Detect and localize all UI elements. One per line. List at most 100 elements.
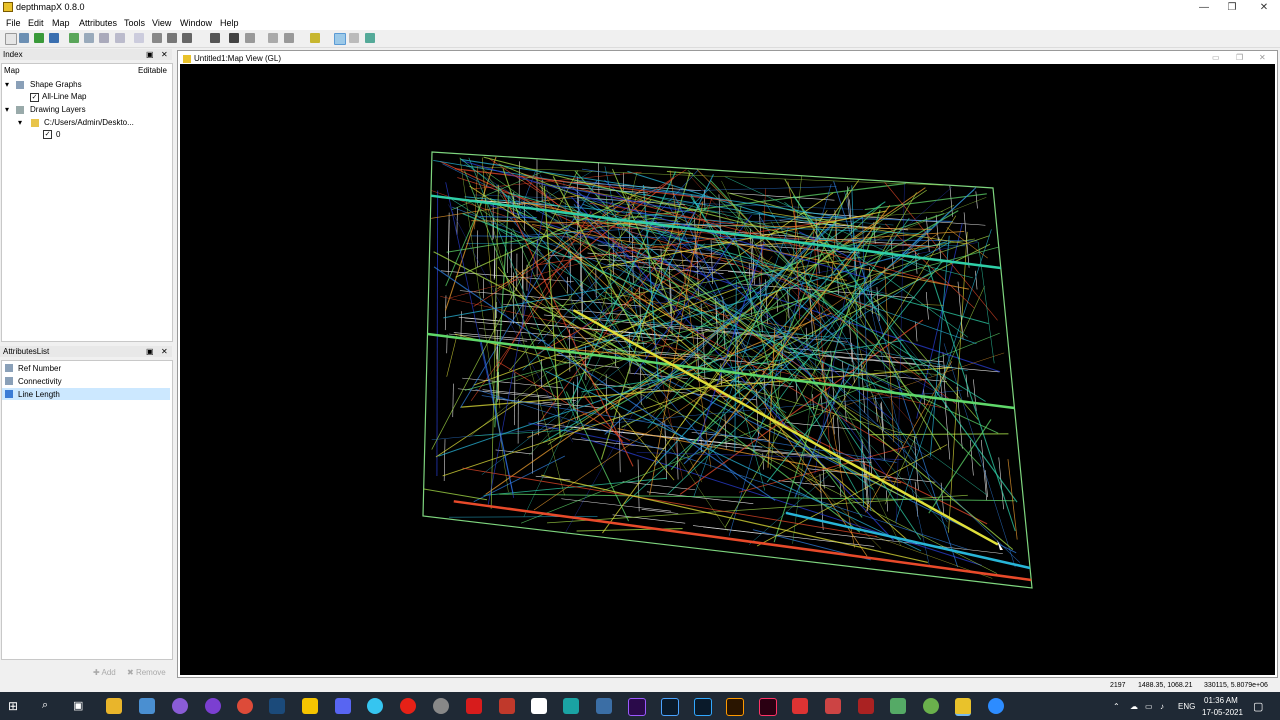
fill-grid-icon[interactable] bbox=[210, 33, 220, 43]
start-button[interactable]: ⊞ bbox=[8, 699, 18, 713]
line-icon[interactable] bbox=[284, 33, 294, 43]
app-icon[interactable] bbox=[433, 698, 449, 714]
task-view-icon[interactable]: ▣ bbox=[73, 699, 83, 712]
notification-icon[interactable]: ▢ bbox=[1253, 700, 1263, 713]
network-icon[interactable]: ▭ bbox=[1145, 702, 1153, 711]
app-icon[interactable] bbox=[205, 698, 221, 714]
map-close-button[interactable]: ✕ bbox=[1259, 53, 1266, 62]
menu-help[interactable]: Help bbox=[220, 18, 239, 28]
volume-icon[interactable]: ♪ bbox=[1160, 702, 1164, 711]
maximize-button[interactable]: ❐ bbox=[1218, 0, 1246, 15]
search-icon[interactable]: ⌕ bbox=[42, 699, 48, 712]
illustrator-icon[interactable] bbox=[726, 698, 744, 716]
app-icon[interactable] bbox=[596, 698, 612, 714]
isovist-icon[interactable] bbox=[245, 33, 255, 43]
tree-shape-graphs[interactable]: Shape Graphs bbox=[30, 80, 82, 89]
minimize-button[interactable]: — bbox=[1190, 0, 1218, 15]
layer-0-checkbox[interactable]: ✓ bbox=[43, 130, 52, 139]
app-icon[interactable] bbox=[858, 698, 874, 714]
app-icon[interactable] bbox=[563, 698, 579, 714]
photoshop-icon[interactable] bbox=[694, 698, 712, 716]
street-line bbox=[914, 251, 918, 274]
clock-date[interactable]: 17-05-2021 bbox=[1202, 708, 1243, 717]
axial-line bbox=[679, 319, 924, 495]
select-area-icon[interactable] bbox=[134, 33, 144, 43]
tree-folder[interactable]: C:/Users/Admin/Deskto... bbox=[44, 118, 134, 127]
import-icon[interactable] bbox=[34, 33, 44, 43]
zoom-app-icon[interactable] bbox=[988, 698, 1004, 714]
notepad-icon[interactable] bbox=[139, 698, 155, 714]
attributes-pin-button[interactable]: ▣ bbox=[146, 346, 154, 357]
menu-map[interactable]: Map bbox=[52, 18, 70, 28]
lightroom-icon[interactable] bbox=[661, 698, 679, 716]
graph-icon[interactable] bbox=[99, 33, 109, 43]
close-button[interactable]: ✕ bbox=[1250, 0, 1278, 15]
grid-view-icon[interactable] bbox=[229, 33, 239, 43]
menu-tools[interactable]: Tools bbox=[124, 18, 145, 28]
tray-chevron-icon[interactable]: ⌃ bbox=[1113, 702, 1120, 711]
index-close-button[interactable]: ✕ bbox=[161, 49, 168, 60]
expand-icon[interactable]: ▾ bbox=[18, 118, 22, 127]
menu-window[interactable]: Window bbox=[180, 18, 212, 28]
street-line bbox=[703, 526, 762, 534]
tree-drawing-layers[interactable]: Drawing Layers bbox=[30, 105, 86, 114]
open-icon[interactable] bbox=[19, 33, 29, 43]
link-icon[interactable] bbox=[349, 33, 359, 43]
onedrive-icon[interactable]: ☁ bbox=[1130, 702, 1138, 711]
folder-icon bbox=[31, 119, 39, 127]
remove-attribute-button[interactable]: ✖ Remove bbox=[127, 668, 166, 677]
map-maximize-button[interactable]: ❐ bbox=[1236, 53, 1243, 62]
map-minimize-button[interactable]: ▭ bbox=[1212, 53, 1220, 62]
attribute-ref-number[interactable]: Ref Number bbox=[18, 364, 61, 373]
qgis-icon[interactable] bbox=[923, 698, 939, 714]
app-icon[interactable] bbox=[302, 698, 318, 714]
index-pin-button[interactable]: ▣ bbox=[146, 49, 154, 60]
tree-layer-0[interactable]: 0 bbox=[56, 130, 60, 139]
steam-icon[interactable] bbox=[269, 698, 285, 714]
depthmapx-icon[interactable] bbox=[955, 698, 971, 716]
agent-icon[interactable] bbox=[310, 33, 320, 43]
menu-file[interactable]: File bbox=[6, 18, 21, 28]
grid-icon[interactable] bbox=[115, 33, 125, 43]
axial-line bbox=[436, 190, 439, 477]
save-icon[interactable] bbox=[49, 33, 59, 43]
attribute-line-length[interactable]: Line Length bbox=[18, 390, 60, 399]
menu-attributes[interactable]: Attributes bbox=[79, 18, 117, 28]
expand-icon[interactable]: ▾ bbox=[5, 80, 9, 89]
export-icon[interactable] bbox=[84, 33, 94, 43]
expand-icon[interactable]: ▾ bbox=[5, 105, 9, 114]
map-canvas[interactable] bbox=[180, 64, 1275, 675]
app-icon[interactable] bbox=[400, 698, 416, 714]
clock-time[interactable]: 01:36 AM bbox=[1204, 696, 1238, 705]
app-icon[interactable] bbox=[792, 698, 808, 714]
all-line-map-checkbox[interactable]: ✓ bbox=[30, 93, 39, 102]
app-icon[interactable] bbox=[890, 698, 906, 714]
street-line bbox=[676, 438, 679, 480]
add-attribute-button[interactable]: ✚ Add bbox=[93, 668, 116, 677]
pointer-icon[interactable] bbox=[152, 33, 162, 43]
tree-all-line-map[interactable]: All-Line Map bbox=[42, 92, 86, 101]
join-icon[interactable] bbox=[365, 33, 375, 43]
discord-icon[interactable] bbox=[335, 698, 351, 714]
zoom-icon[interactable] bbox=[182, 33, 192, 43]
app-icon[interactable] bbox=[172, 698, 188, 714]
menu-edit[interactable]: Edit bbox=[28, 18, 44, 28]
language-indicator[interactable]: ENG bbox=[1178, 702, 1195, 711]
slack-icon[interactable] bbox=[367, 698, 383, 714]
attribute-connectivity[interactable]: Connectivity bbox=[18, 377, 62, 386]
app-icon[interactable] bbox=[531, 698, 547, 714]
new-icon[interactable] bbox=[5, 33, 17, 45]
premiere-icon[interactable] bbox=[628, 698, 646, 716]
file-explorer-icon[interactable] bbox=[106, 698, 122, 714]
attributes-close-button[interactable]: ✕ bbox=[161, 346, 168, 357]
app-icon[interactable] bbox=[825, 698, 841, 714]
hand-icon[interactable] bbox=[167, 33, 177, 43]
pencil-icon[interactable] bbox=[268, 33, 278, 43]
layer-icon[interactable] bbox=[69, 33, 79, 43]
app-icon[interactable] bbox=[499, 698, 515, 714]
chrome-icon[interactable] bbox=[237, 698, 253, 714]
indesign-icon[interactable] bbox=[759, 698, 777, 716]
autocad-icon[interactable] bbox=[466, 698, 482, 714]
axial-icon[interactable] bbox=[334, 33, 346, 45]
menu-view[interactable]: View bbox=[152, 18, 171, 28]
